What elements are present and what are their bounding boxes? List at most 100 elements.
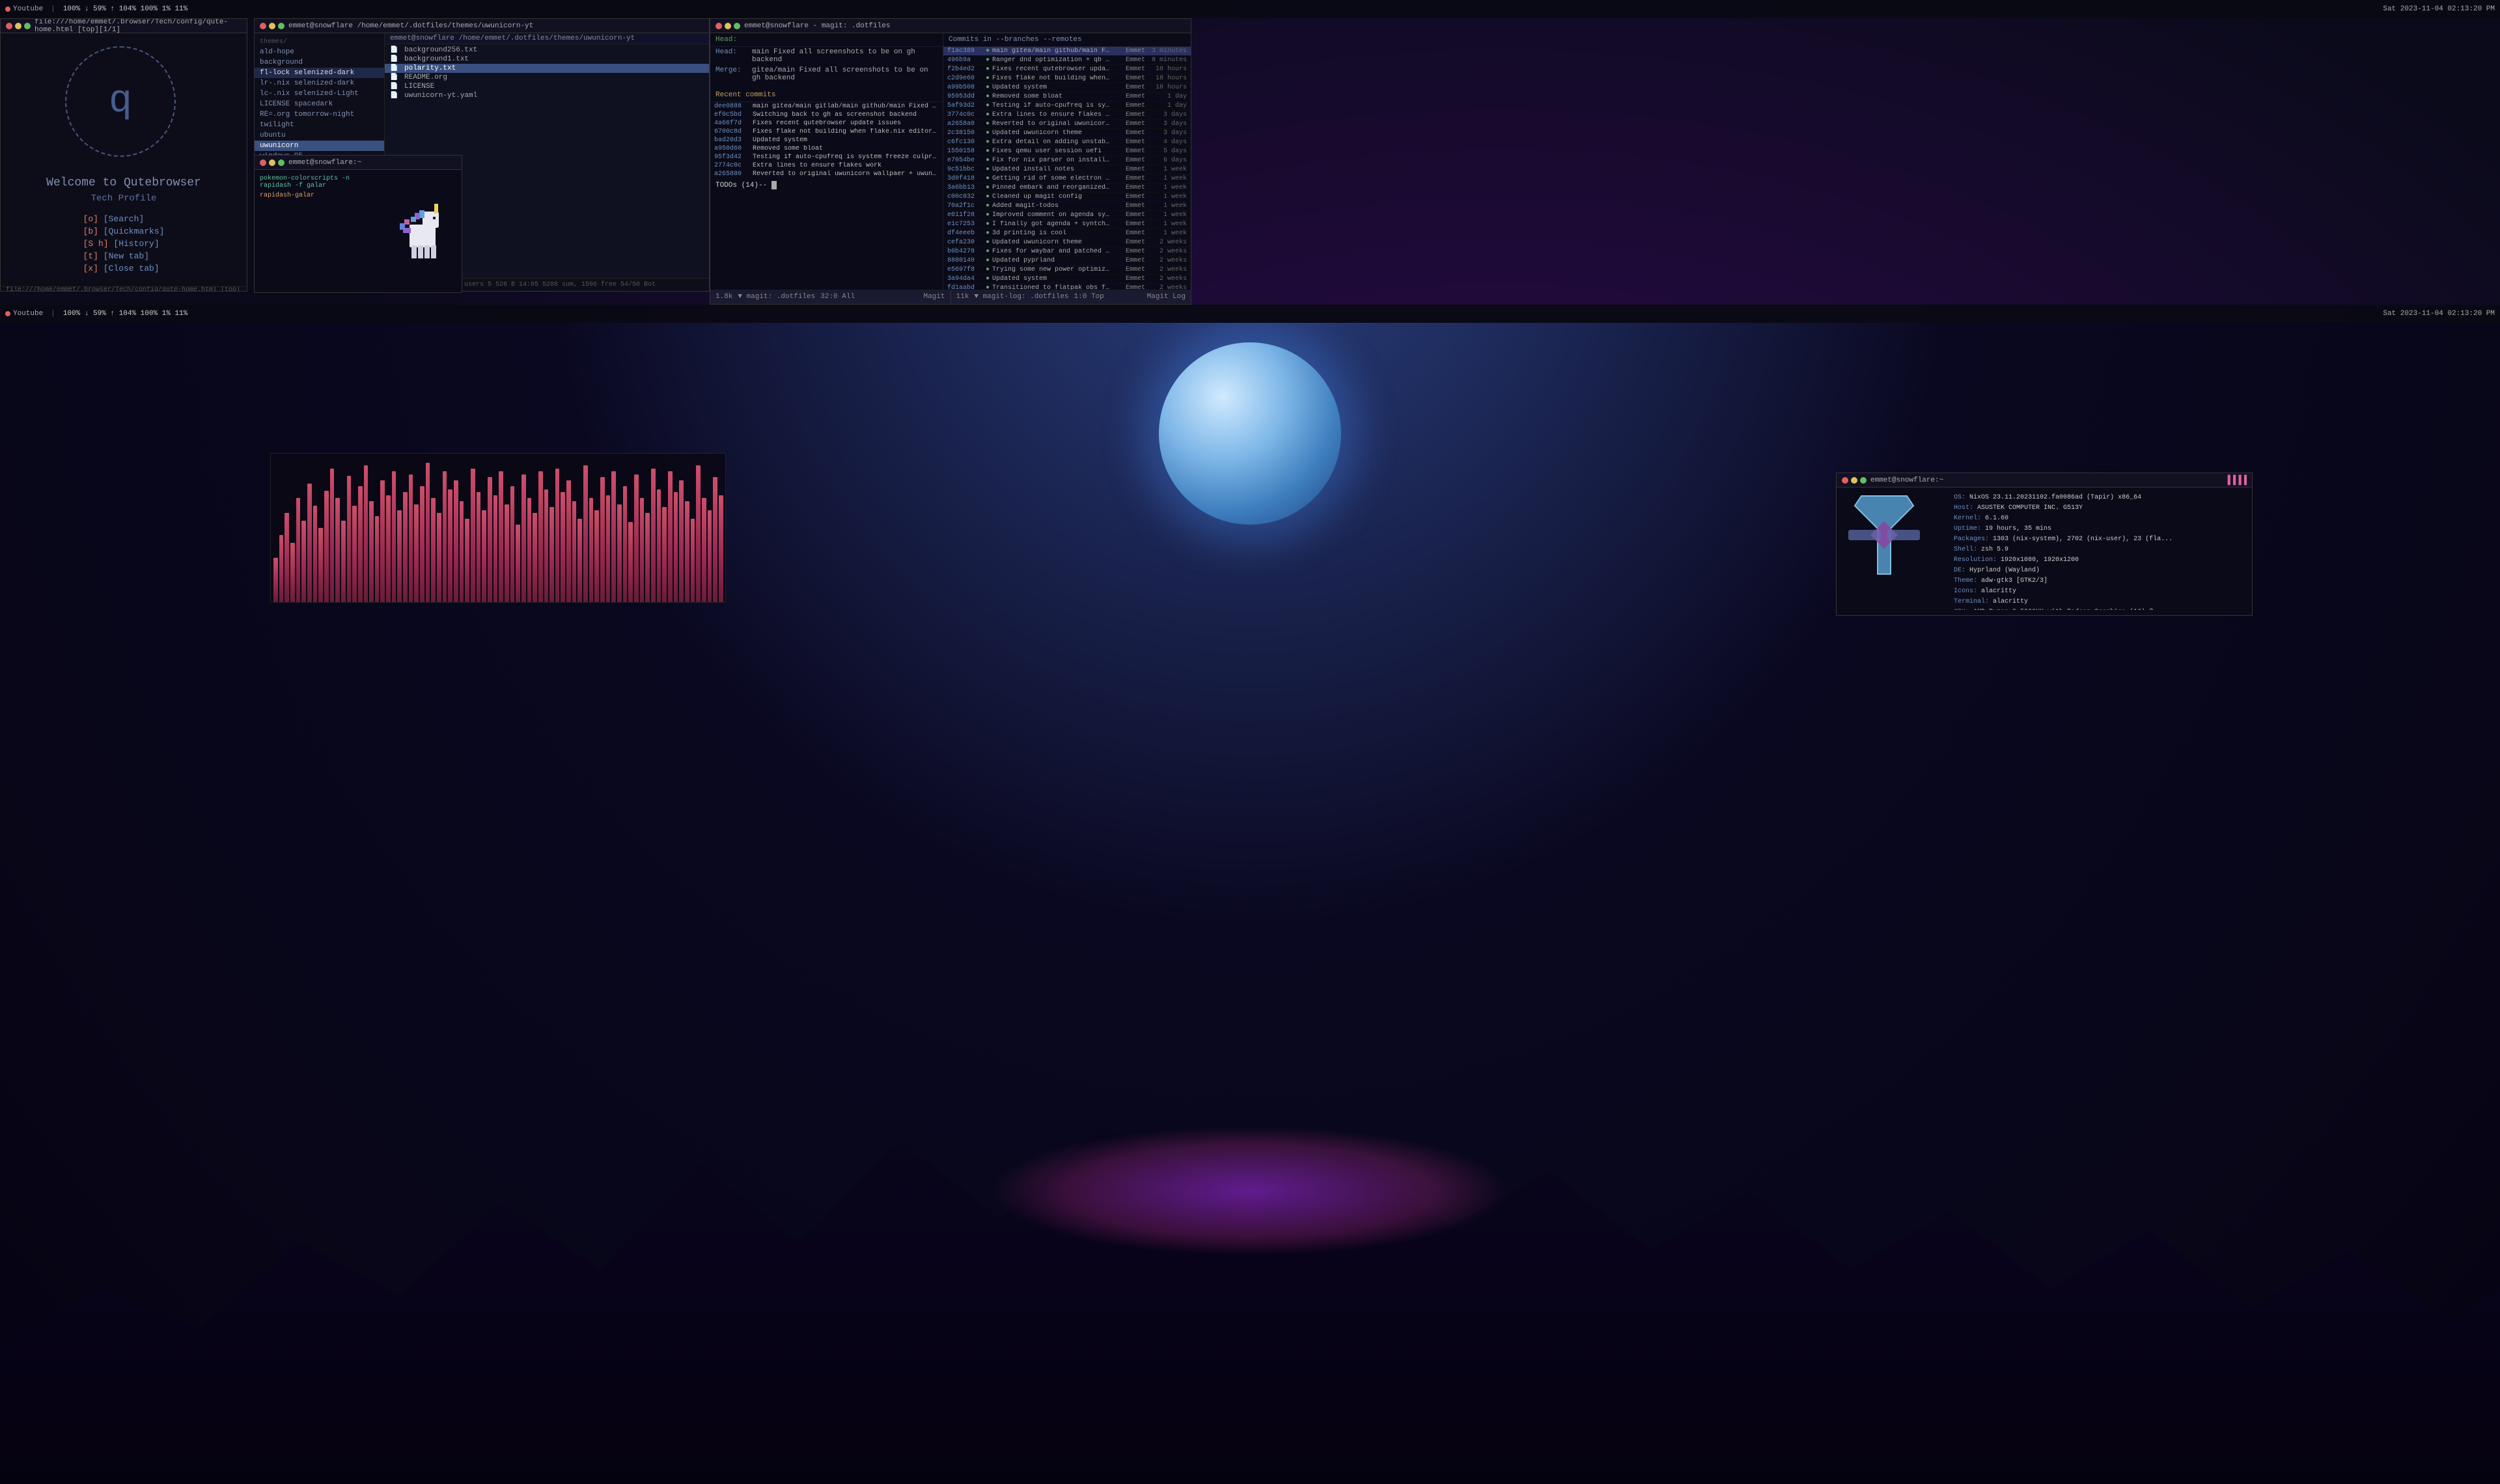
git-right-pane[interactable]: Commits in --branches --remotes f1ac389 … <box>943 33 1191 290</box>
log-msg: Removed some bloat <box>992 93 1110 100</box>
log-dot: ● <box>986 202 990 210</box>
log-commit-row[interactable]: 496b9a ● Ranger dnd optimization + qb fi… <box>943 56 1191 65</box>
minimize-button-neofetch[interactable] <box>1851 477 1857 484</box>
log-commit-row[interactable]: 2c38150 ● Updated uwunicorn theme Emmet … <box>943 129 1191 138</box>
log-commit-row[interactable]: 3a94da4 ● Updated system Emmet 2 weeks <box>943 275 1191 284</box>
file-item-bg256[interactable]: 📄 background256.txt <box>385 46 709 55</box>
log-commit-row[interactable]: 1550158 ● Fixes qemu user session uefi E… <box>943 147 1191 156</box>
sidebar-item-spacedark[interactable]: LICENSE spacedark <box>255 99 384 109</box>
log-commit-row[interactable]: 70a2f1c ● Added magit-todos Emmet 1 week <box>943 202 1191 211</box>
log-commit-row[interactable]: a99b508 ● Updated system Emmet 18 hours <box>943 83 1191 92</box>
close-button[interactable] <box>6 23 12 29</box>
log-commit-row[interactable]: c6fc130 ● Extra detail on adding unstabl… <box>943 138 1191 147</box>
log-commit-row[interactable]: cefa230 ● Updated uwunicorn theme Emmet … <box>943 238 1191 247</box>
log-time: 18 hours <box>1148 84 1187 91</box>
close-button-git[interactable] <box>715 23 722 29</box>
log-commit-row[interactable]: c2d9e60 ● Fixes flake not building when … <box>943 74 1191 83</box>
window-controls-neofetch[interactable] <box>1842 477 1867 484</box>
minimize-button[interactable] <box>15 23 21 29</box>
minimize-button-files[interactable] <box>269 23 275 29</box>
minimize-button-pokemon[interactable] <box>269 159 275 166</box>
log-dot: ● <box>986 66 990 73</box>
log-commit-row[interactable]: e011f28 ● Improved comment on agenda syn… <box>943 211 1191 220</box>
git-content: Head: Head: main Fixed all screenshots t… <box>710 33 1191 290</box>
window-controls-files[interactable] <box>260 23 285 29</box>
window-controls[interactable] <box>6 23 31 29</box>
git-log-right: Magit Log <box>1147 293 1186 301</box>
log-hash: 3a94da4 <box>947 275 983 282</box>
log-commit-row[interactable]: b0b4278 ● Fixes for waybar and patched c… <box>943 247 1191 256</box>
qute-link-quickmarks[interactable]: [b] [Quickmarks] <box>83 227 165 236</box>
viz-bar <box>465 519 469 602</box>
window-controls-git[interactable] <box>715 23 740 29</box>
maximize-button-pokemon[interactable] <box>278 159 285 166</box>
maximize-button-files[interactable] <box>278 23 285 29</box>
file-icon: 📄 <box>390 55 400 63</box>
log-dot: ● <box>986 111 990 118</box>
log-commit-row[interactable]: 3d0f418 ● Getting rid of some electron p… <box>943 174 1191 184</box>
maximize-button-neofetch[interactable] <box>1860 477 1867 484</box>
log-commit-row[interactable]: 3774c0c ● Extra lines to ensure flakes w… <box>943 111 1191 120</box>
minimize-button-git[interactable] <box>725 23 731 29</box>
sidebar-item-tomorrow[interactable]: RE=.org tomorrow-night <box>255 109 384 120</box>
neofetch-val: NixOS 23.11.20231102.fa0086ad (Tapir) x8… <box>1969 494 2141 501</box>
viz-bar <box>358 486 363 602</box>
maximize-button[interactable] <box>24 23 31 29</box>
close-button-pokemon[interactable] <box>260 159 266 166</box>
pokemon-art <box>383 170 462 292</box>
sidebar-item-background[interactable]: background <box>255 57 384 68</box>
qute-link-closetab[interactable]: [x] [Close tab] <box>83 264 165 273</box>
window-controls-pokemon[interactable] <box>260 159 285 166</box>
file-item-yaml[interactable]: 📄 uwunicorn-yt.yaml <box>385 91 709 100</box>
bottom-taskbar-youtube[interactable]: Youtube <box>5 310 43 318</box>
log-author: Emmet <box>1113 139 1145 146</box>
sidebar-label: fl-lock selenized-dark <box>260 69 354 77</box>
log-commit-row[interactable]: 5af93d2 ● Testing if auto-cpufreq is sys… <box>943 102 1191 111</box>
sidebar-item-twilight[interactable]: twilight <box>255 120 384 130</box>
neofetch-key: Terminal: <box>1954 598 1989 605</box>
log-commit-row[interactable]: 9c51bbc ● Updated install notes Emmet 1 … <box>943 165 1191 174</box>
log-commit-row[interactable]: e1c7253 ● I finally got agenda + syntchi… <box>943 220 1191 229</box>
close-button-neofetch[interactable] <box>1842 477 1848 484</box>
sidebar-item-selenized2[interactable]: lr-.nix selenized-dark <box>255 78 384 89</box>
qute-link-newtab[interactable]: [t] [New tab] <box>83 251 165 261</box>
log-dot: ● <box>986 184 990 191</box>
git-merge-info: Merge: gitea/main Fixed all screenshots … <box>710 65 943 83</box>
sidebar-item-ubuntu[interactable]: ubuntu <box>255 130 384 141</box>
log-msg: Updated uwunicorn theme <box>992 130 1110 137</box>
file-item-polarity[interactable]: 📄 polarity.txt <box>385 64 709 73</box>
sidebar-label: lc-.nix selenized-Light <box>260 90 359 98</box>
qute-key-search: [o] <box>83 214 98 224</box>
log-commit-row[interactable]: 95953dd ● Removed some bloat Emmet 1 day <box>943 92 1191 102</box>
sidebar-label: lr-.nix selenized-dark <box>260 79 354 87</box>
file-item-license[interactable]: 📄 LICENSE <box>385 82 709 91</box>
log-commit-row[interactable]: fd1aabd ● Transitioned to flatpak obs fo… <box>943 284 1191 290</box>
qute-link-history[interactable]: [S h] [History] <box>83 239 165 249</box>
log-hash: 5af93d2 <box>947 102 983 109</box>
sidebar-item-selenized-light[interactable]: lc-.nix selenized-Light <box>255 89 384 99</box>
log-hash: 1550158 <box>947 148 983 155</box>
log-time: 1 week <box>1148 212 1187 219</box>
log-author: Emmet <box>1113 212 1145 219</box>
maximize-button-git[interactable] <box>734 23 740 29</box>
sidebar-item-aldhope[interactable]: ald-hope <box>255 47 384 57</box>
neofetch-key: Host: <box>1954 504 1973 512</box>
log-commit-row[interactable]: c00c032 ● Cleaned up magit config Emmet … <box>943 193 1191 202</box>
sidebar-item-uwunicorn[interactable]: uwunicorn <box>255 141 384 151</box>
qute-link-search[interactable]: [o] [Search] <box>83 214 165 224</box>
close-button-files[interactable] <box>260 23 266 29</box>
log-commit-row[interactable]: f1ac389 ● main gitea/main github/main Fi… <box>943 47 1191 56</box>
sidebar-item-selenized[interactable]: fl-lock selenized-dark <box>255 68 384 78</box>
log-commit-row[interactable]: e5697f8 ● Trying some new power optimiza… <box>943 266 1191 275</box>
log-commit-row[interactable]: f2b4ed2 ● Fixes recent qutebrowser updat… <box>943 65 1191 74</box>
log-commit-row[interactable]: 3a6bb13 ● Pinned embark and reorganized … <box>943 184 1191 193</box>
log-commit-row[interactable]: 8880140 ● Updated pyprland Emmet 2 weeks <box>943 256 1191 266</box>
git-left-pane[interactable]: Head: Head: main Fixed all screenshots t… <box>710 33 943 290</box>
taskbar-youtube-item[interactable]: Youtube <box>5 5 43 13</box>
log-commit-row[interactable]: a2658a0 ● Reverted to original uwunicorn… <box>943 120 1191 129</box>
log-commit-row[interactable]: e7054be ● Fix for nix parser on install.… <box>943 156 1191 165</box>
commit-msg: main gitea/main gitlab/main github/main … <box>753 103 939 110</box>
log-commit-row[interactable]: df4eeeb ● 3d printing is cool Emmet 1 we… <box>943 229 1191 238</box>
file-item-readme[interactable]: 📄 README.org <box>385 73 709 82</box>
file-item-bg1[interactable]: 📄 background1.txt <box>385 55 709 64</box>
